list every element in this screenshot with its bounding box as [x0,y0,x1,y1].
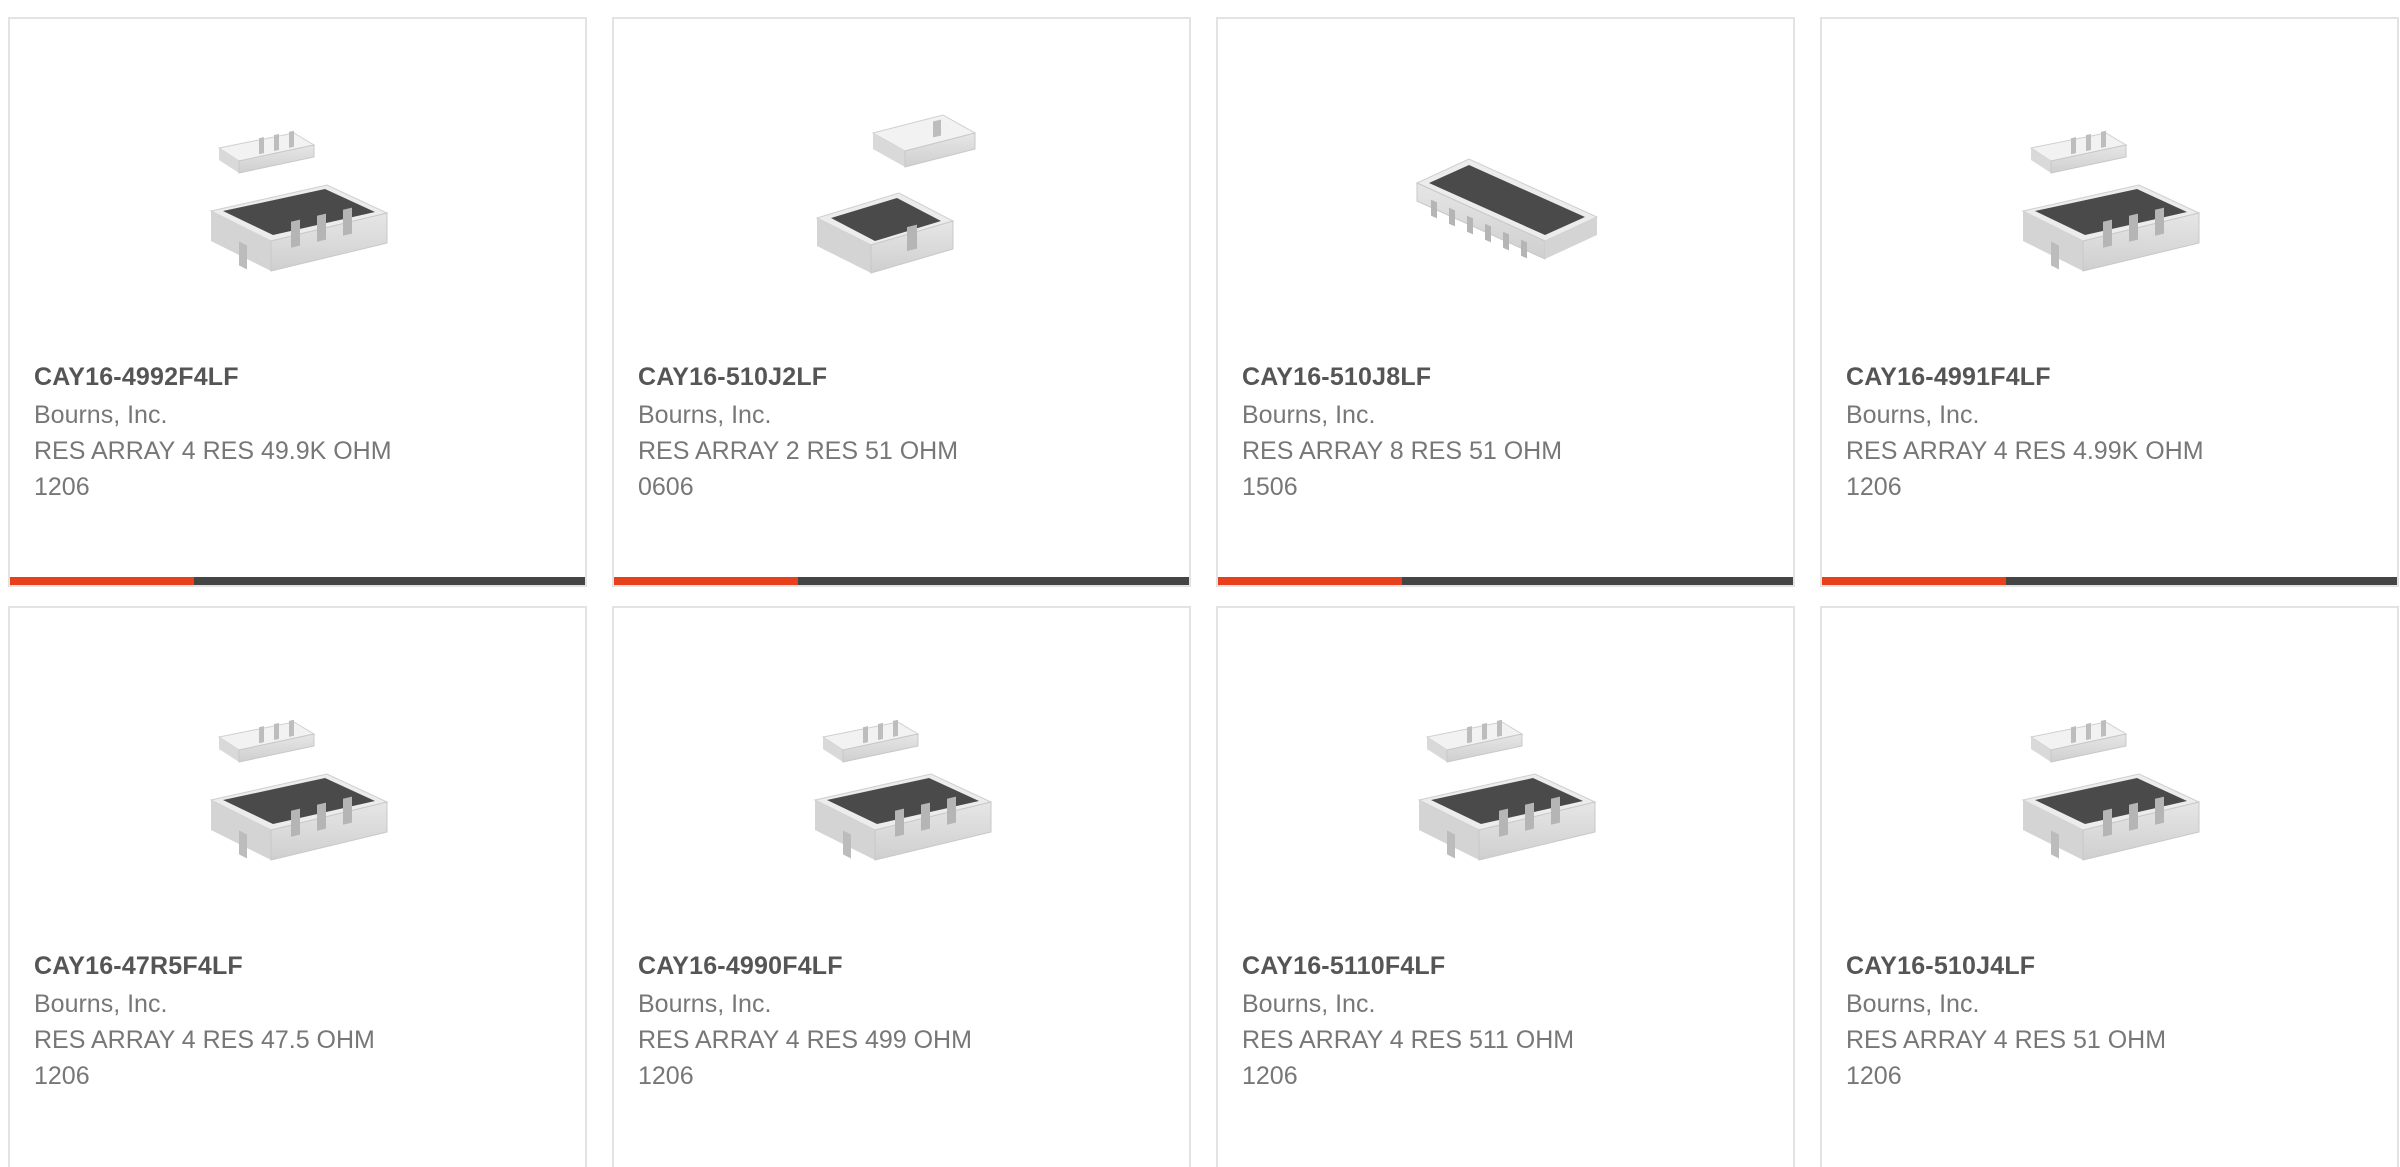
resistor-array-4-icon [2011,93,2211,303]
resistor-array-4-icon [1407,682,1607,892]
product-grid: CAY16-4992F4LF Bourns, Inc. RES ARRAY 4 … [0,0,2400,1167]
product-card[interactable]: CAY16-4991F4LF Bourns, Inc. RES ARRAY 4 … [1820,17,2399,587]
progress-fill [1822,577,2006,585]
progress-fill [614,577,798,585]
product-card[interactable]: CAY16-4992F4LF Bourns, Inc. RES ARRAY 4 … [8,17,587,587]
package: 1206 [638,1062,694,1090]
progress-bar [614,577,1189,585]
part-number: CAY16-4991F4LF [1846,363,2051,391]
description: RES ARRAY 4 RES 499 OHM [638,1026,972,1054]
resistor-array-2-icon [803,93,1003,303]
description: RES ARRAY 4 RES 49.9K OHM [34,437,392,465]
package: 0606 [638,473,694,501]
package: 1206 [34,473,90,501]
product-card[interactable]: CAY16-510J8LF Bourns, Inc. RES ARRAY 8 R… [1216,17,1795,587]
package: 1206 [1846,473,1902,501]
resistor-array-4-icon [199,93,399,303]
manufacturer: Bourns, Inc. [1242,401,1376,429]
resistor-array-4-icon [2011,682,2211,892]
package: 1206 [1846,1062,1902,1090]
manufacturer: Bourns, Inc. [34,990,168,1018]
resistor-array-4-icon [803,682,1003,892]
description: RES ARRAY 4 RES 51 OHM [1846,1026,2167,1054]
product-card[interactable]: CAY16-4990F4LF Bourns, Inc. RES ARRAY 4 … [612,606,1191,1167]
part-number: CAY16-510J8LF [1242,363,1432,391]
description: RES ARRAY 2 RES 51 OHM [638,437,959,465]
manufacturer: Bourns, Inc. [1846,401,1980,429]
part-number: CAY16-47R5F4LF [34,952,243,980]
manufacturer: Bourns, Inc. [1242,990,1376,1018]
description: RES ARRAY 4 RES 4.99K OHM [1846,437,2204,465]
progress-bar [1218,577,1793,585]
product-card[interactable]: CAY16-510J4LF Bourns, Inc. RES ARRAY 4 R… [1820,606,2399,1167]
product-card[interactable]: CAY16-47R5F4LF Bourns, Inc. RES ARRAY 4 … [8,606,587,1167]
progress-fill [1218,577,1402,585]
progress-fill [10,577,194,585]
progress-bar [10,577,585,585]
part-number: CAY16-510J2LF [638,363,828,391]
part-number: CAY16-5110F4LF [1242,952,1446,980]
resistor-array-4-icon [199,682,399,892]
description: RES ARRAY 8 RES 51 OHM [1242,437,1563,465]
package: 1206 [34,1062,90,1090]
manufacturer: Bourns, Inc. [34,401,168,429]
description: RES ARRAY 4 RES 47.5 OHM [34,1026,375,1054]
package: 1206 [1242,1062,1298,1090]
progress-bar [1822,577,2397,585]
resistor-array-8-icon [1407,93,1607,303]
product-card[interactable]: CAY16-510J2LF Bourns, Inc. RES ARRAY 2 R… [612,17,1191,587]
part-number: CAY16-510J4LF [1846,952,2036,980]
part-number: CAY16-4992F4LF [34,363,239,391]
manufacturer: Bourns, Inc. [638,401,772,429]
description: RES ARRAY 4 RES 511 OHM [1242,1026,1575,1054]
part-number: CAY16-4990F4LF [638,952,843,980]
package: 1506 [1242,473,1298,501]
manufacturer: Bourns, Inc. [638,990,772,1018]
product-card[interactable]: CAY16-5110F4LF Bourns, Inc. RES ARRAY 4 … [1216,606,1795,1167]
manufacturer: Bourns, Inc. [1846,990,1980,1018]
